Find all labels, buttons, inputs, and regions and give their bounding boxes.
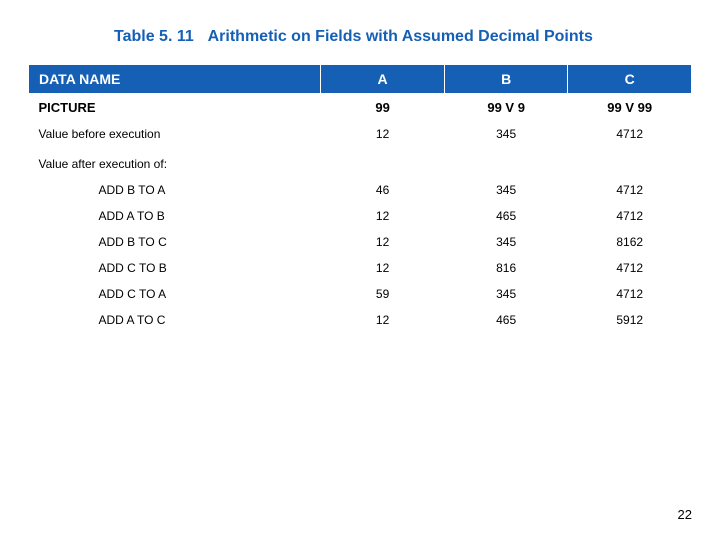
op-label: ADD B TO A [29, 177, 321, 203]
op-a: 59 [321, 281, 445, 307]
table-row: ADD C TO B 12 816 4712 [29, 255, 692, 281]
op-b: 345 [444, 281, 568, 307]
op-c: 4712 [568, 203, 692, 229]
op-label: ADD B TO C [29, 229, 321, 255]
picture-a: 99 [321, 94, 445, 122]
table-row: ADD A TO B 12 465 4712 [29, 203, 692, 229]
op-b: 465 [444, 203, 568, 229]
table-caption: Table 5. 11 Arithmetic on Fields with As… [28, 28, 692, 46]
col-b: B [444, 65, 568, 94]
arithmetic-table: DATA NAME A B C PICTURE 99 99 V 9 99 V 9… [28, 64, 692, 333]
table-row: ADD C TO A 59 345 4712 [29, 281, 692, 307]
table-number: Table 5. 11 [114, 28, 194, 45]
op-label: ADD C TO B [29, 255, 321, 281]
col-c: C [568, 65, 692, 94]
value-before-row: Value before execution 12 345 4712 [29, 121, 692, 147]
value-before-label: Value before execution [29, 121, 321, 147]
op-b: 816 [444, 255, 568, 281]
value-before-b: 345 [444, 121, 568, 147]
op-a: 12 [321, 203, 445, 229]
op-c: 4712 [568, 281, 692, 307]
op-a: 12 [321, 307, 445, 333]
op-label: ADD A TO C [29, 307, 321, 333]
table-row: ADD B TO C 12 345 8162 [29, 229, 692, 255]
op-a: 12 [321, 255, 445, 281]
value-before-a: 12 [321, 121, 445, 147]
value-before-c: 4712 [568, 121, 692, 147]
op-b: 465 [444, 307, 568, 333]
table-header-row: DATA NAME A B C [29, 65, 692, 94]
table-row: ADD A TO C 12 465 5912 [29, 307, 692, 333]
col-a: A [321, 65, 445, 94]
op-c: 4712 [568, 177, 692, 203]
op-label: ADD A TO B [29, 203, 321, 229]
col-data-name: DATA NAME [29, 65, 321, 94]
op-a: 12 [321, 229, 445, 255]
value-after-label-row: Value after execution of: [29, 147, 692, 177]
page-number: 22 [678, 507, 692, 522]
value-after-label: Value after execution of: [29, 147, 692, 177]
picture-row: PICTURE 99 99 V 9 99 V 99 [29, 94, 692, 122]
op-c: 8162 [568, 229, 692, 255]
op-a: 46 [321, 177, 445, 203]
table-row: ADD B TO A 46 345 4712 [29, 177, 692, 203]
op-b: 345 [444, 177, 568, 203]
picture-b: 99 V 9 [444, 94, 568, 122]
picture-label: PICTURE [29, 94, 321, 122]
op-label: ADD C TO A [29, 281, 321, 307]
picture-c: 99 V 99 [568, 94, 692, 122]
op-c: 5912 [568, 307, 692, 333]
table-title: Arithmetic on Fields with Assumed Decima… [208, 28, 593, 45]
op-c: 4712 [568, 255, 692, 281]
op-b: 345 [444, 229, 568, 255]
